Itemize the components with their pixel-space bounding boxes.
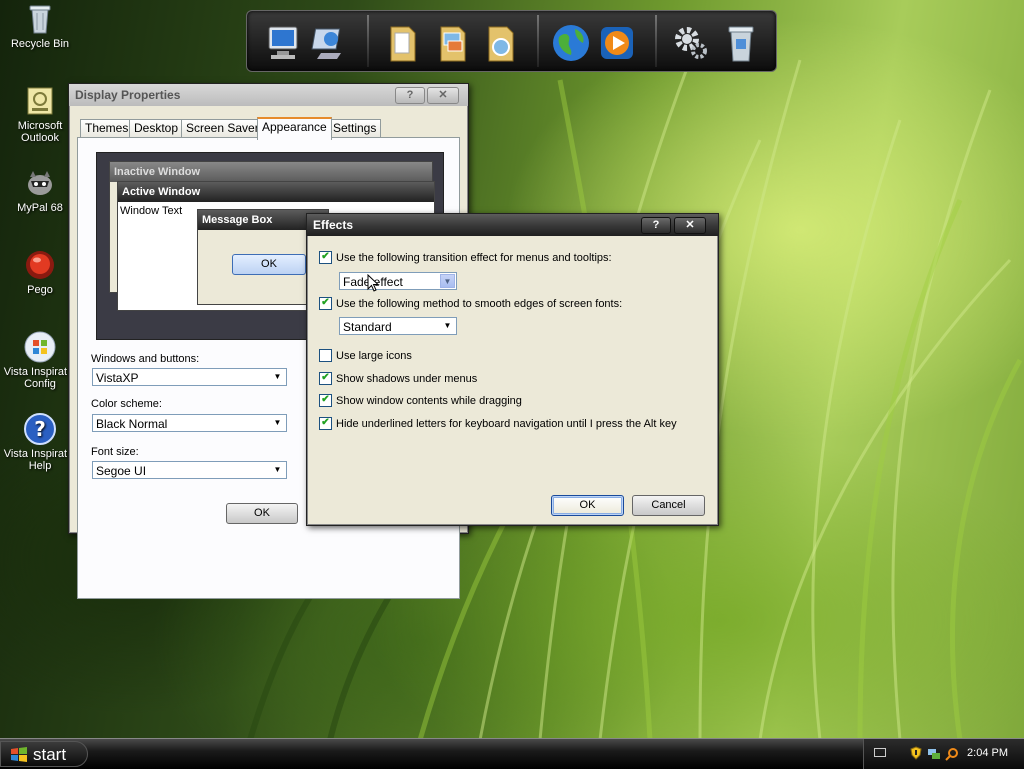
keyboard-icon[interactable]	[874, 748, 886, 757]
chevron-down-icon: ▼	[440, 274, 455, 288]
media-player-icon[interactable]	[595, 21, 639, 65]
effects-ok-button[interactable]: OK	[551, 495, 624, 516]
smooth-edges-value: Standard	[343, 320, 392, 334]
drag-contents-option[interactable]: ✔ Show window contents while dragging	[319, 394, 522, 410]
chevron-down-icon: ▼	[273, 465, 282, 474]
hide-underlines-checkbox[interactable]: ✔	[319, 417, 332, 430]
clock[interactable]: 2:04 PM	[967, 747, 1008, 759]
documents-folder-icon[interactable]	[381, 21, 425, 65]
display-ok-button[interactable]: OK	[226, 503, 298, 524]
menu-shadows-option[interactable]: ✔ Show shadows under menus	[319, 372, 477, 388]
system-tray: 2:04 PM	[863, 739, 1024, 769]
start-button[interactable]: start	[0, 741, 88, 767]
large-icons-option[interactable]: Use large icons	[319, 349, 412, 365]
color-scheme-select[interactable]: Black Normal ▼	[92, 414, 287, 432]
large-icons-checkbox[interactable]	[319, 349, 332, 362]
dock-separator	[655, 15, 657, 67]
desktop-icon-label: Pego	[27, 284, 53, 296]
desktop-icon-label: MyPal 68	[17, 202, 63, 214]
desktop-icon-vista-config[interactable]: Vista Inspirat 2 Config	[2, 330, 78, 390]
smooth-edges-checkbox[interactable]: ✔	[319, 297, 332, 310]
dock-separator	[367, 15, 369, 67]
smooth-edges-option[interactable]: ✔ Use the following method to smooth edge…	[319, 297, 622, 313]
menu-shadows-label: Show shadows under menus	[336, 373, 478, 385]
music-folder-icon[interactable]	[479, 21, 523, 65]
smooth-edges-select[interactable]: Standard ▼	[339, 317, 457, 335]
menu-shadows-checkbox[interactable]: ✔	[319, 372, 332, 385]
effects-dialog: Effects ? ✕ ✔ Use the following transitio…	[306, 213, 719, 526]
pego-icon	[23, 248, 57, 282]
drag-contents-checkbox[interactable]: ✔	[319, 394, 332, 407]
hide-underlines-label: Hide underlined letters for keyboard nav…	[336, 418, 677, 430]
transition-effect-select[interactable]: Fade effect ▼	[339, 272, 457, 290]
windows-logo-icon	[11, 747, 27, 762]
windows-buttons-value: VistaXP	[96, 371, 139, 385]
desktop-icon-label: Recycle Bin	[10, 38, 70, 50]
tab-screen-saver[interactable]: Screen Saver	[181, 119, 264, 137]
desktop-icon-recycle-bin[interactable]: Recycle Bin	[2, 2, 78, 50]
display-properties-titlebar[interactable]: Display Properties ? ✕	[69, 84, 468, 106]
color-scheme-value: Black Normal	[96, 417, 168, 431]
tab-themes[interactable]: Themes	[80, 119, 134, 137]
tab-settings[interactable]: Settings	[328, 119, 382, 137]
desktop-icon-label: Microsoft Outlook	[17, 120, 63, 144]
font-size-label: Font size:	[91, 446, 139, 458]
window-title: Display Properties	[75, 88, 181, 102]
dock-separator	[537, 15, 539, 67]
windows-buttons-label: Windows and buttons:	[91, 353, 200, 365]
outlook-icon	[23, 84, 57, 118]
globe-icon[interactable]	[549, 21, 593, 65]
chevron-down-icon: ▼	[273, 418, 282, 427]
dock	[246, 10, 777, 72]
svg-text:?: ?	[34, 417, 46, 441]
network-tray-icon[interactable]	[927, 747, 941, 761]
large-icons-label: Use large icons	[336, 350, 412, 362]
start-label: start	[33, 745, 67, 764]
search-tray-icon[interactable]	[945, 747, 959, 761]
desktop-icon-label: Vista Inspirat 2 Help	[3, 448, 77, 472]
help-button[interactable]: ?	[395, 87, 425, 104]
recycle-bin-icon	[23, 2, 57, 36]
vista-config-icon	[23, 330, 57, 364]
computer-icon[interactable]	[261, 21, 305, 65]
font-size-select[interactable]: Segoe UI ▼	[92, 461, 287, 479]
chevron-down-icon: ▼	[273, 372, 282, 381]
color-scheme-label: Color scheme:	[91, 398, 162, 410]
preview-active-title: Active Window	[118, 182, 434, 202]
trash-icon[interactable]	[719, 21, 763, 65]
transition-effect-option[interactable]: ✔ Use the following transition effect for…	[319, 251, 612, 267]
close-button[interactable]: ✕	[674, 217, 706, 234]
tab-appearance[interactable]: Appearance	[257, 117, 332, 140]
network-icon[interactable]	[307, 21, 351, 65]
desktop-icon-label: Vista Inspirat 2 Config	[3, 366, 77, 390]
preview-ok-button: OK	[232, 254, 306, 275]
hide-underlines-option[interactable]: ✔ Hide underlined letters for keyboard na…	[319, 417, 677, 433]
close-button[interactable]: ✕	[427, 87, 459, 104]
drag-contents-label: Show window contents while dragging	[336, 395, 522, 407]
desktop-icon-pego[interactable]: Pego	[2, 248, 78, 296]
desktop-icon-outlook[interactable]: Microsoft Outlook	[2, 84, 78, 144]
transition-effect-checkbox[interactable]: ✔	[319, 251, 332, 264]
effects-cancel-button[interactable]: Cancel	[632, 495, 705, 516]
tab-desktop[interactable]: Desktop	[129, 119, 184, 137]
transition-effect-label: Use the following transition effect for …	[336, 252, 612, 264]
windows-buttons-select[interactable]: VistaXP ▼	[92, 368, 287, 386]
preview-inactive-title: Inactive Window	[110, 162, 432, 182]
taskbar: start 2:04 PM	[0, 738, 1024, 769]
mypal-icon	[23, 166, 57, 200]
desktop-icon-vista-help[interactable]: ? Vista Inspirat 2 Help	[2, 412, 78, 472]
font-size-value: Segoe UI	[96, 464, 147, 478]
security-shield-icon[interactable]	[910, 746, 922, 760]
pictures-folder-icon[interactable]	[431, 21, 475, 65]
desktop-icon-mypal[interactable]: MyPal 68	[2, 166, 78, 214]
dialog-title: Effects	[313, 218, 354, 232]
settings-gears-icon[interactable]	[669, 21, 713, 65]
help-icon: ?	[23, 412, 57, 446]
mouse-cursor-icon	[367, 274, 379, 292]
smooth-edges-label: Use the following method to smooth edges…	[336, 298, 623, 310]
effects-titlebar[interactable]: Effects ? ✕	[307, 214, 718, 236]
help-button[interactable]: ?	[641, 217, 671, 234]
chevron-down-icon: ▼	[443, 321, 452, 330]
